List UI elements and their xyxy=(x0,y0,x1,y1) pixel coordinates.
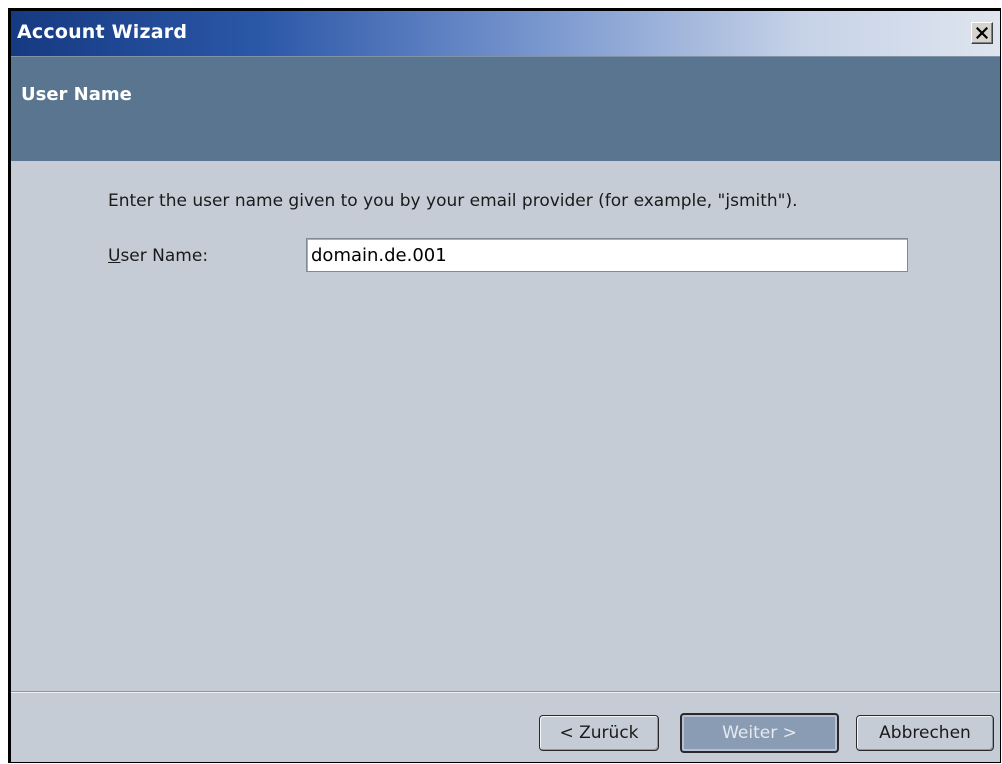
next-button[interactable]: Weiter > xyxy=(680,713,839,753)
wizard-page-header: User Name xyxy=(11,56,1000,161)
title-bar[interactable]: Account Wizard xyxy=(11,11,1000,56)
username-label: User Name: xyxy=(108,246,208,266)
close-icon xyxy=(976,27,988,39)
page-title: User Name xyxy=(21,84,132,105)
account-wizard-window: Account Wizard User Name Enter the user … xyxy=(8,8,1001,763)
button-separator xyxy=(11,691,1000,693)
username-label-accel: U xyxy=(108,246,121,266)
close-button[interactable] xyxy=(971,22,993,44)
username-label-text: ser Name: xyxy=(120,246,209,266)
window-title: Account Wizard xyxy=(17,21,188,43)
wizard-page-body: Enter the user name given to you by your… xyxy=(11,161,1000,691)
back-button[interactable]: < Zurück xyxy=(539,715,659,751)
cancel-button[interactable]: Abbrechen xyxy=(856,715,994,751)
instruction-text: Enter the user name given to you by your… xyxy=(108,191,798,211)
username-input[interactable] xyxy=(306,238,908,272)
